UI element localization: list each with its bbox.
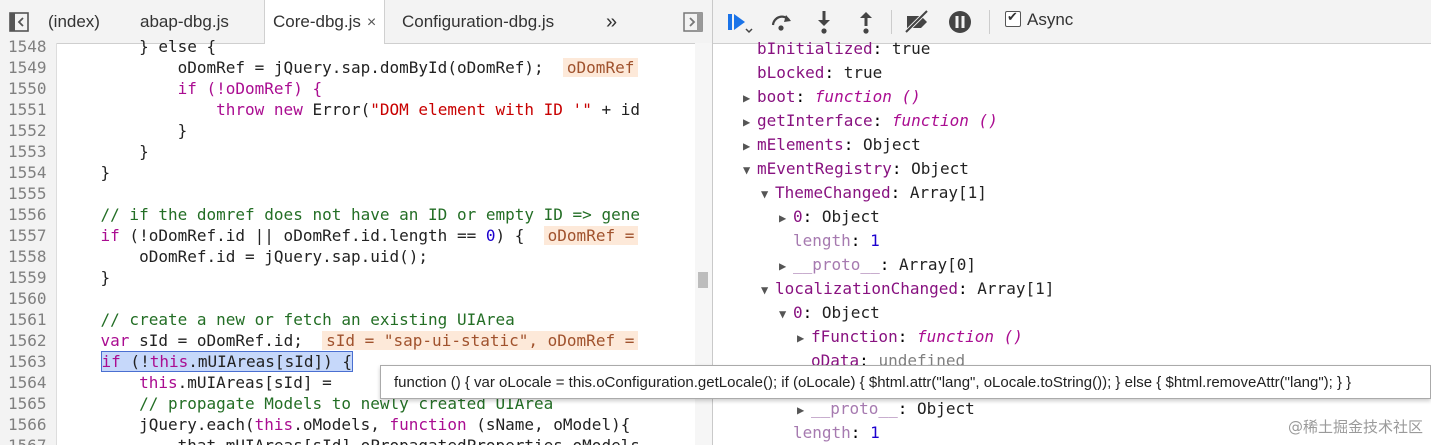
code-text: if (!oDomRef) { (62, 79, 323, 98)
tab-label: (index) (48, 12, 100, 31)
tree-row[interactable]: ▶ getInterface: function () (743, 109, 998, 133)
expand-triangle-icon[interactable]: ▶ (797, 326, 811, 350)
step-out-button[interactable] (853, 9, 879, 35)
code-text: oDomRef.id = jQuery.sap.uid(); (62, 247, 429, 266)
tree-row[interactable]: ▶ __proto__: Object (797, 397, 975, 421)
tree-row[interactable]: length: 1 (793, 229, 880, 253)
hover-value-tooltip: function () { var oLocale = this.oConfig… (380, 365, 1431, 399)
code-text: if (!oDomRef.id || oDomRef.id.length == … (62, 225, 639, 246)
async-checkbox[interactable]: Async (1005, 9, 1074, 30)
tree-row[interactable]: bInitialized: true (757, 37, 930, 61)
code-text: } (62, 163, 111, 182)
close-icon[interactable]: × (367, 14, 376, 31)
code-text: oDomRef = jQuery.sap.domById(oDomRef); o… (62, 57, 639, 78)
line-number[interactable]: 1552 (0, 120, 58, 141)
pause-icon (949, 11, 971, 33)
line-number[interactable]: 1562 (0, 330, 58, 351)
tree-row[interactable]: ▼ ThemeChanged: Array[1] (761, 181, 987, 205)
code-text: jQuery.each(this.oModels, function (sNam… (62, 415, 631, 434)
current-execution-line: if (!this.mUIAreas[sId]) { (100, 351, 353, 372)
line-number[interactable]: 1564 (0, 372, 58, 393)
line-number[interactable]: 1563 (0, 351, 58, 372)
expand-triangle-icon[interactable]: ▶ (779, 206, 793, 230)
expand-triangle-icon[interactable]: ▶ (743, 86, 757, 110)
step-into-button[interactable] (811, 9, 837, 35)
line-number[interactable]: 1549 (0, 57, 58, 78)
tree-row[interactable]: ▼ localizationChanged: Array[1] (761, 277, 1054, 301)
inline-value: oDomRef (562, 58, 639, 77)
resume-button[interactable] (725, 9, 753, 35)
expand-triangle-icon[interactable]: ▶ (779, 254, 793, 278)
resume-icon (728, 14, 753, 34)
code-text: } (62, 142, 149, 161)
line-number[interactable]: 1554 (0, 162, 58, 183)
code-comment: // if the domref does not have an ID or … (62, 205, 640, 224)
tree-row[interactable]: bLocked: true (757, 61, 882, 85)
line-number[interactable]: 1565 (0, 393, 58, 414)
code-text: } (62, 268, 111, 287)
line-number[interactable]: 1561 (0, 309, 58, 330)
line-number[interactable]: 1559 (0, 267, 58, 288)
inline-value: oDomRef = (543, 226, 639, 245)
sidebar-right-icon (683, 12, 703, 32)
step-out-icon (860, 12, 872, 34)
step-over-button[interactable] (769, 9, 795, 35)
collapse-triangle-icon[interactable]: ▼ (743, 158, 757, 182)
line-number[interactable]: 1558 (0, 246, 58, 267)
expand-triangle-icon[interactable]: ▶ (743, 134, 757, 158)
code-text: this.mUIAreas[sId] = (139, 373, 332, 392)
checkbox-checked-icon[interactable] (1005, 9, 1021, 27)
code-text: that.mUIAreas[sId].oPropagatedProperties… (62, 435, 640, 445)
line-number[interactable]: 1566 (0, 414, 58, 435)
collapse-triangle-icon[interactable]: ▼ (779, 302, 793, 326)
tree-row[interactable]: ▶ fFunction: function () (797, 325, 1023, 349)
line-number[interactable]: 1567 (0, 435, 58, 445)
deactivate-breakpoints-button[interactable] (903, 9, 929, 35)
sidebar-toggle-icon (9, 12, 29, 32)
tab-label: Configuration-dbg.js (402, 12, 555, 31)
line-number[interactable]: 1560 (0, 288, 58, 309)
tree-row[interactable]: ▼ 0: Object (779, 301, 880, 325)
code-text: } else { (62, 37, 217, 56)
line-number[interactable]: 1555 (0, 183, 58, 204)
expand-triangle-icon[interactable]: ▶ (743, 110, 757, 134)
tree-row[interactable]: length: 1 (793, 421, 880, 445)
code-text: var sId = oDomRef.id; sId = "sap-ui-stat… (62, 330, 639, 351)
async-label: Async (1027, 10, 1074, 29)
tree-row[interactable]: ▶ boot: function () (743, 85, 921, 109)
step-into-icon (818, 11, 830, 34)
code-text: throw new Error("DOM element with ID '" … (216, 100, 640, 119)
scrollbar-thumb[interactable] (698, 272, 708, 288)
code-text: } (62, 121, 188, 140)
collapse-triangle-icon[interactable]: ▼ (761, 278, 775, 302)
line-number[interactable]: 1548 (0, 36, 58, 57)
tree-row[interactable]: ▼ mEventRegistry: Object (743, 157, 969, 181)
expand-triangle-icon[interactable]: ▶ (797, 398, 811, 422)
inline-value: sId = "sap-ui-static", oDomRef = (322, 331, 639, 350)
pause-on-exceptions-button[interactable] (947, 9, 973, 35)
breakpoints-off-icon (904, 9, 929, 34)
line-number[interactable]: 1556 (0, 204, 58, 225)
tab-label: abap-dbg.js (140, 12, 229, 31)
line-number[interactable]: 1550 (0, 78, 58, 99)
step-over-icon (771, 15, 791, 31)
line-number[interactable]: 1553 (0, 141, 58, 162)
collapse-triangle-icon[interactable]: ▼ (761, 182, 775, 206)
watermark-text: @稀土掘金技术社区 (1287, 418, 1423, 436)
tree-row[interactable]: ▶ mElements: Object (743, 133, 921, 157)
tree-row[interactable]: ▶ __proto__: Array[0] (779, 253, 976, 277)
tree-row[interactable]: ▶ 0: Object (779, 205, 880, 229)
code-comment: // create a new or fetch an existing UIA… (62, 310, 515, 329)
line-number[interactable]: 1557 (0, 225, 58, 246)
tab-label: Core-dbg.js (273, 12, 361, 31)
line-number[interactable]: 1551 (0, 99, 58, 120)
toolbar-separator (989, 10, 990, 34)
toolbar-separator (891, 10, 892, 34)
